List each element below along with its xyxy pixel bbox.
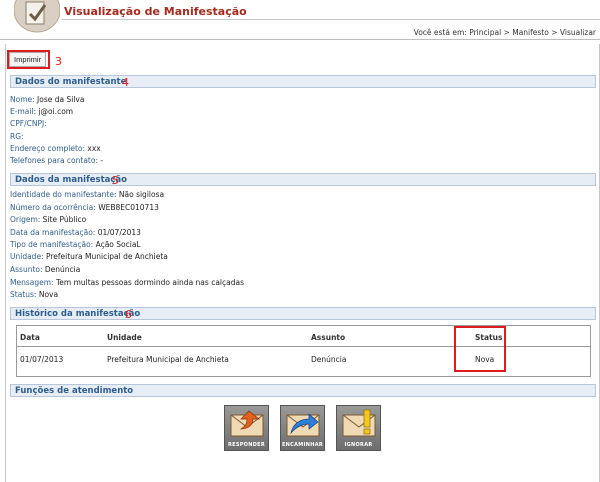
section-header-funcoes: Funções de atendimento <box>10 384 596 397</box>
ignorar-label: IGNORAR <box>344 442 373 448</box>
envelope-ignore-icon <box>342 409 376 437</box>
breadcrumb-prefix: Você está em: <box>413 28 467 37</box>
annotation-box-print <box>7 50 50 69</box>
content-area: Imprimir 3 Dados do manifestante 4 Nome:… <box>5 44 600 482</box>
section-title: Histórico da manifestação <box>15 309 141 319</box>
annotation-number-3: 3 <box>55 55 62 68</box>
responder-label: RESPONDER <box>227 442 266 448</box>
field-status: Status: Nova <box>10 290 59 299</box>
annotation-number-4: 4 <box>122 76 129 89</box>
encaminhar-button[interactable]: ENCAMINHAR <box>280 405 325 451</box>
section-title: Dados do manifestante <box>15 77 127 87</box>
annotation-box-status <box>454 326 506 372</box>
encaminhar-label: ENCAMINHAR <box>281 442 324 448</box>
column-header-assunto: Assunto <box>311 333 346 342</box>
title-divider <box>62 19 600 20</box>
field-endereco: Endereço completo: xxx <box>10 144 101 153</box>
annotation-number-6: 6 <box>125 308 132 321</box>
field-telefones: Telefones para contato: - <box>10 156 104 165</box>
cell-unidade: Prefeitura Municipal de Anchieta <box>107 355 229 364</box>
field-tipo: Tipo de manifestação: Ação SociaL <box>10 240 141 249</box>
annotation-number-5: 5 <box>112 174 119 187</box>
envelope-forward-icon <box>286 413 320 437</box>
cell-data: 01/07/2013 <box>20 355 64 364</box>
field-mensagem: Mensagem: Tem multas pessoas dormindo ai… <box>10 278 244 287</box>
field-identidade: Identidade do manifestante: Não sigilosa <box>10 190 165 199</box>
section-title: Funções de atendimento <box>15 386 134 396</box>
section-header-manifestante: Dados do manifestante <box>10 75 596 88</box>
field-data: Data da manifestação: 01/07/2013 <box>10 228 141 237</box>
breadcrumb: Você está em: Principal > Manifesto > Vi… <box>413 28 596 37</box>
column-header-data: Data <box>20 333 40 342</box>
section-header-manifestacao: Dados da manifestação <box>10 173 596 186</box>
field-cpf: CPF/CNPJ: <box>10 119 47 128</box>
breadcrumb-visualizar: Visualizar <box>559 28 596 37</box>
field-origem: Origem: Site Público <box>10 215 87 224</box>
breadcrumb-manifesto[interactable]: Manifesto <box>512 28 549 37</box>
field-unidade: Unidade: Prefeitura Municipal de Anchiet… <box>10 252 168 261</box>
breadcrumb-principal[interactable]: Principal <box>469 28 501 37</box>
responder-button[interactable]: RESPONDER <box>224 405 269 451</box>
field-email: E-mail: j@oi.com <box>10 107 74 116</box>
envelope-reply-icon <box>230 410 264 437</box>
field-rg: RG: <box>10 132 24 141</box>
ignorar-button[interactable]: IGNORAR <box>336 405 381 451</box>
page-title: Visualização de Manifestação <box>64 5 247 18</box>
field-numero: Número da ocorrência: WEB8EC010713 <box>10 203 159 212</box>
section-title: Dados da manifestação <box>15 175 128 185</box>
header-divider <box>0 39 600 40</box>
section-header-historico: Histórico da manifestação <box>10 307 596 320</box>
column-header-unidade: Unidade <box>107 333 142 342</box>
field-nome: Nome: Jose da Silva <box>10 95 85 104</box>
field-assunto: Assunto: Denúncia <box>10 265 81 274</box>
document-check-icon <box>14 0 60 33</box>
cell-assunto: Denúncia <box>311 355 347 364</box>
